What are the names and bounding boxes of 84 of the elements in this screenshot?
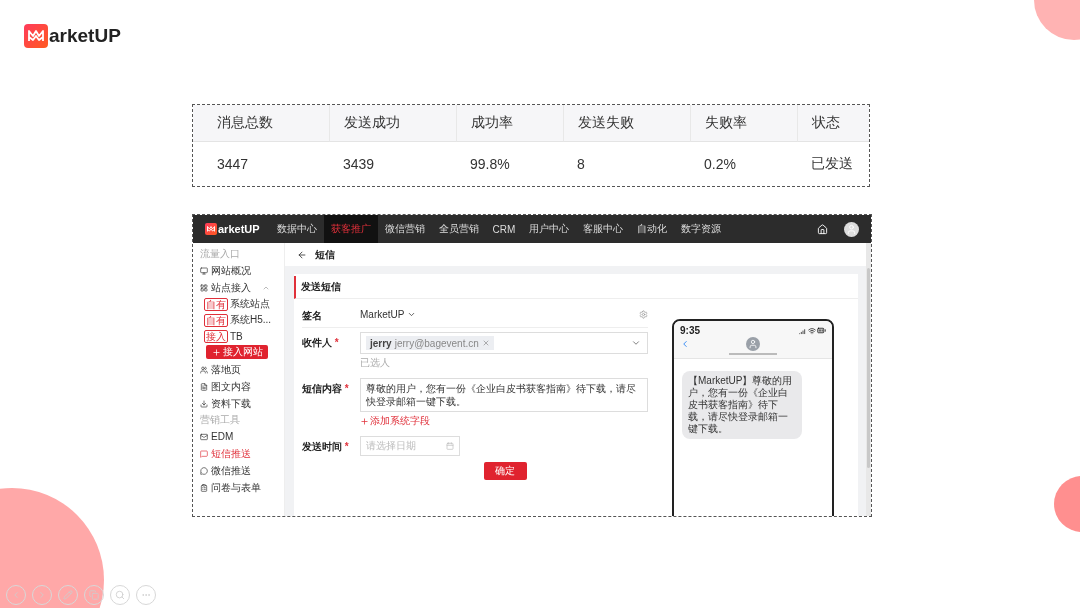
add-site-button[interactable]: 接入网站 [206, 345, 268, 359]
nav-tab[interactable]: 用户中心 [522, 215, 577, 243]
scrollbar-thumb[interactable] [867, 268, 870, 468]
logo-icon [205, 223, 217, 235]
grid-icon [200, 283, 208, 292]
message-icon [200, 449, 208, 458]
site-item[interactable]: 接入 TB [200, 328, 284, 344]
wifi-icon [808, 326, 816, 335]
nav-tab[interactable]: 客服中心 [576, 215, 631, 243]
field-label: 收件人 * [302, 336, 340, 350]
nav-tab[interactable]: 微信营销 [377, 215, 432, 243]
chevron-right-icon [37, 590, 47, 600]
nav-tab[interactable]: 数字资源 [674, 215, 729, 243]
recipient-field[interactable]: jerry jerry@bagevent.cn [360, 332, 648, 354]
site-item[interactable]: 自有 系统H5... [200, 312, 284, 328]
nav-tab[interactable]: 全员营销 [431, 215, 486, 243]
sidebar-item[interactable]: 落地页 [200, 361, 284, 378]
download-icon [200, 399, 208, 408]
table-cell-text: 3439 [342, 155, 376, 174]
users-icon [200, 365, 208, 374]
battery-icon [817, 326, 826, 335]
section-title: 流量入口 [200, 247, 241, 261]
logo-icon [24, 24, 48, 48]
chevron-down-icon [631, 338, 641, 348]
column-header: 消息总数 [193, 105, 329, 142]
table-cell-text: 99.8% [469, 155, 511, 174]
home-icon[interactable] [817, 223, 828, 235]
recipient-chip: jerry jerry@bagevent.cn [366, 336, 494, 350]
table-cell-text: 已发送 [810, 154, 854, 173]
plus-icon [360, 416, 369, 426]
column-header: 发送成功 [329, 105, 456, 142]
hint-text: 已选人 [360, 356, 391, 370]
avatar-icon[interactable] [844, 221, 859, 237]
settings-icon[interactable] [639, 309, 648, 319]
calendar-icon [446, 442, 454, 450]
field-label: 发送时间 * [302, 440, 350, 454]
signature-select[interactable]: MarketUP [360, 308, 405, 320]
column-header: 失败率 [690, 105, 797, 142]
confirm-button[interactable]: 确定 [483, 462, 527, 480]
page-title: 短信 [315, 247, 335, 262]
phone-time: 9:35 [680, 325, 700, 336]
add-field-link[interactable]: 添加系统字段 [360, 414, 648, 428]
monitor-icon [200, 266, 208, 275]
nav-tab[interactable]: 自动化 [630, 215, 675, 243]
message-textarea[interactable]: 尊敬的用户，您有一份《企业白皮书获客指南》待下载，请尽快登录邮箱一键下载。 [360, 378, 648, 412]
nav-tab[interactable]: CRM [485, 215, 523, 243]
message-bubble: 【MarketUP】尊敬的用户，您有一份《企业白皮书获客指南》待下载，请尽快登录邮箱一键下载。 [682, 371, 802, 439]
nav-tab[interactable]: 数据中心 [269, 215, 324, 243]
column-header: 成功率 [456, 105, 563, 142]
pencil-icon [63, 590, 73, 600]
sidebar-item[interactable]: 图文内容 [200, 378, 284, 395]
clipboard-icon [200, 483, 208, 492]
document-icon [200, 382, 208, 391]
remove-icon[interactable] [481, 339, 490, 347]
back-icon[interactable] [297, 249, 307, 260]
sidebar-item[interactable]: 短信推送 [200, 445, 284, 462]
sidebar-item[interactable]: 资料下载 [200, 395, 284, 412]
table-cell-text: 8 [576, 155, 586, 174]
sidebar-item[interactable]: 站点接入 [200, 279, 284, 296]
card-title: 发送短信 [294, 276, 858, 299]
sidebar-item[interactable]: 网站概况 [200, 262, 284, 279]
field-label: 短信内容 * [302, 382, 350, 396]
column-header: 发送失败 [563, 105, 690, 142]
search-icon [115, 590, 125, 600]
table-cell-text: 0.2% [703, 155, 737, 174]
site-item[interactable]: 自有 系统站点 [200, 296, 284, 312]
contact-number-line [729, 353, 777, 355]
nav-tab[interactable]: 获客推广 [323, 215, 378, 243]
section-title: 营销工具 [200, 413, 241, 427]
signal-icon [799, 326, 807, 335]
plus-icon [211, 347, 221, 357]
field-label: 签名 [302, 309, 323, 323]
chevron-left-icon [11, 590, 21, 600]
mail-icon [200, 432, 208, 441]
chat-icon [200, 466, 208, 475]
sidebar-item[interactable]: EDM [200, 428, 284, 445]
logo-text: arketUP [49, 25, 121, 47]
sidebar-item[interactable]: 微信推送 [200, 462, 284, 479]
contact-avatar-icon [746, 337, 760, 351]
column-header: 状态 [797, 105, 869, 142]
logo-text: arketUP [218, 223, 260, 235]
pages-icon [89, 590, 99, 600]
sidebar-item[interactable]: 问卷与表单 [200, 479, 284, 496]
table-cell-text: 3447 [216, 155, 250, 174]
